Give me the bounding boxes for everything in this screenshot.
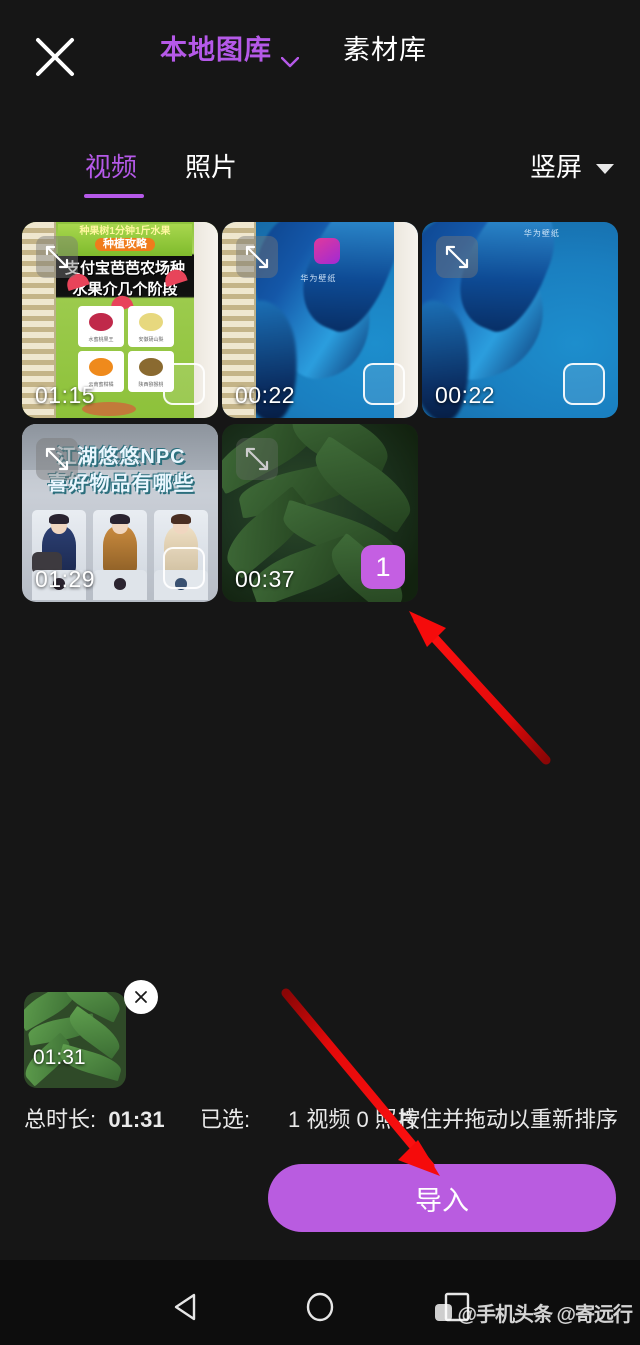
tab-video[interactable]: 视频 — [85, 147, 137, 184]
expand-arrows-icon[interactable] — [36, 236, 78, 278]
chevron-down-icon[interactable] — [280, 44, 300, 68]
selection-checkbox[interactable] — [163, 547, 205, 589]
selection-checkbox[interactable] — [563, 363, 605, 405]
expand-arrows-icon[interactable] — [436, 236, 478, 278]
tab-photo[interactable]: 照片 — [185, 147, 237, 184]
media-type-tabs: 视频 照片 竖屏 — [0, 142, 640, 204]
media-duration: 00:37 — [235, 566, 296, 592]
orientation-filter[interactable]: 竖屏 — [530, 147, 614, 184]
media-grid: 种果树1分钟1斤水果 种植攻略 支付宝芭芭农场种 水果介几个阶段 水蜜桃果王 安徽砀… — [22, 222, 622, 602]
header-tab-local-gallery[interactable]: 本地图库 — [160, 28, 300, 68]
selected-count-label: 已选: — [200, 1107, 251, 1132]
orientation-filter-label: 竖屏 — [529, 152, 582, 182]
triangle-down-icon — [596, 163, 614, 174]
selection-badge[interactable]: 1 — [361, 545, 405, 589]
total-duration-value: 01:31 — [108, 1107, 165, 1132]
expand-arrows-icon[interactable] — [236, 236, 278, 278]
annotation-arrow-to-import-button — [281, 988, 440, 1176]
selected-clip-strip: 01:31 — [24, 980, 158, 1088]
expand-arrows-icon[interactable] — [36, 438, 78, 480]
header-tab-local-gallery-label: 本地图库 — [160, 35, 272, 65]
media-duration: 01:15 — [35, 382, 96, 408]
selection-checkbox[interactable] — [163, 363, 205, 405]
media-duration: 00:22 — [435, 382, 496, 408]
remove-clip-close-icon[interactable] — [124, 980, 158, 1014]
triangle-back-icon[interactable] — [170, 1290, 204, 1329]
android-navigation-bar: @手机头条 @寄远行 — [0, 1260, 640, 1345]
media-duration: 01:29 — [35, 566, 96, 592]
circle-home-icon[interactable] — [303, 1290, 337, 1329]
selection-info-row: 总时长: 01:31 已选: 1 视频 0 照片 按住并拖动以重新排序 — [0, 1102, 640, 1140]
media-cell[interactable]: 华为壁纸 00:22 — [422, 222, 618, 418]
total-duration-label: 总时长: 01:31 — [24, 1107, 165, 1132]
watermark-text: @手机头条 @寄远行 — [457, 1304, 633, 1326]
top-header: 本地图库 素材库 — [0, 0, 640, 110]
selected-clip-duration: 01:31 — [33, 1046, 86, 1069]
tab-video-underline — [84, 194, 144, 198]
reorder-hint: 按住并拖动以重新排序 — [397, 1107, 618, 1132]
media-duration: 00:22 — [235, 382, 296, 408]
import-button[interactable]: 导入 — [268, 1164, 616, 1232]
media-cell-selected[interactable]: 00:37 1 — [222, 424, 418, 602]
header-tab-material-library[interactable]: 素材库 — [343, 28, 427, 67]
media-cell[interactable]: 江湖悠悠NPC喜好物品有哪些 3024 1435 12923 01:29 — [22, 424, 218, 602]
expand-arrows-icon[interactable] — [236, 438, 278, 480]
header-tab-group: 本地图库 素材库 — [160, 28, 427, 68]
media-cell[interactable]: 华为壁纸 00:22 — [222, 222, 418, 418]
media-cell[interactable]: 种果树1分钟1斤水果 种植攻略 支付宝芭芭农场种 水果介几个阶段 水蜜桃果王 安徽砀… — [22, 222, 218, 418]
close-icon[interactable] — [28, 30, 82, 84]
selected-clip-thumbnail[interactable]: 01:31 — [24, 992, 126, 1088]
annotation-arrow-to-selected-thumbnail — [409, 611, 551, 765]
selection-checkbox[interactable] — [363, 363, 405, 405]
watermark: @手机头条 @寄远行 — [435, 1298, 633, 1327]
header-tab-material-library-label: 素材库 — [343, 35, 427, 65]
watermark-logo-icon — [435, 1304, 453, 1321]
